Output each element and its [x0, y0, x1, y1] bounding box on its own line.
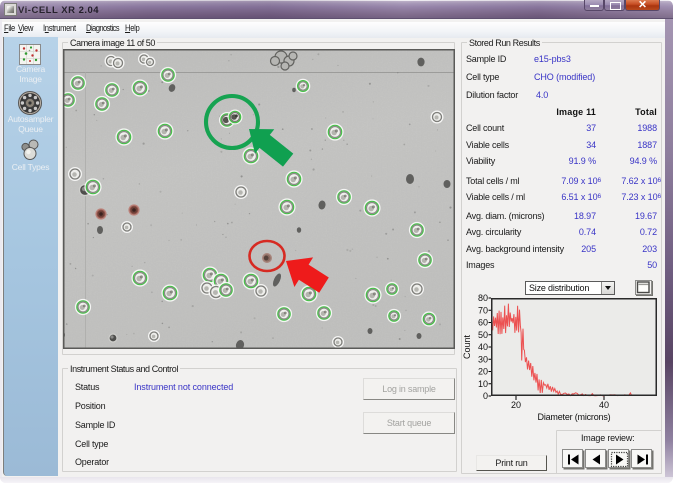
svg-text:20: 20: [511, 400, 521, 410]
svg-text:20: 20: [478, 367, 488, 377]
svg-text:30: 30: [478, 354, 488, 364]
svg-text:60: 60: [478, 318, 488, 328]
svg-text:Diameter (microns): Diameter (microns): [538, 412, 611, 422]
svg-text:10: 10: [478, 379, 488, 389]
svg-text:Count: Count: [462, 335, 472, 360]
svg-text:40: 40: [599, 400, 609, 410]
svg-text:40: 40: [478, 342, 488, 352]
svg-text:50: 50: [478, 330, 488, 340]
svg-text:80: 80: [478, 293, 488, 303]
svg-text:70: 70: [478, 305, 488, 315]
svg-text:0: 0: [483, 391, 488, 401]
